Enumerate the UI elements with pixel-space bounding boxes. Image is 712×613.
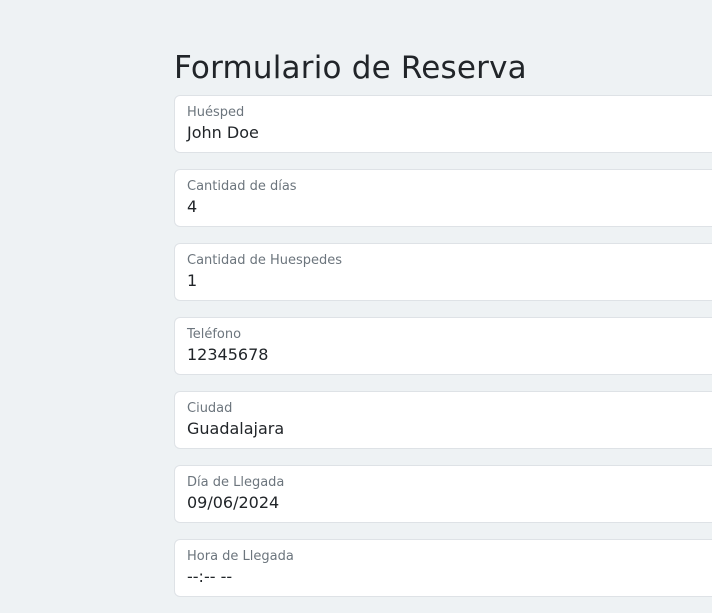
guest-name-label: Huésped bbox=[187, 105, 245, 120]
guest-name-field[interactable]: Huésped John Doe bbox=[174, 95, 712, 153]
arrival-date-value[interactable]: 09/06/2024 bbox=[187, 493, 279, 513]
days-count-label: Cantidad de días bbox=[187, 179, 297, 194]
reservation-form: Huésped John Doe Cantidad de días 4 Cant… bbox=[174, 95, 712, 613]
days-count-field[interactable]: Cantidad de días 4 bbox=[174, 169, 712, 227]
days-count-value[interactable]: 4 bbox=[187, 197, 197, 217]
arrival-date-label: Día de Llegada bbox=[187, 475, 285, 490]
phone-value[interactable]: 12345678 bbox=[187, 345, 268, 365]
guests-count-value[interactable]: 1 bbox=[187, 271, 197, 291]
city-value[interactable]: Guadalajara bbox=[187, 419, 284, 439]
city-label: Ciudad bbox=[187, 401, 233, 416]
guest-name-value[interactable]: John Doe bbox=[187, 123, 259, 143]
page-title: Formulario de Reserva bbox=[174, 50, 527, 86]
phone-label: Teléfono bbox=[187, 327, 242, 342]
phone-field[interactable]: Teléfono 12345678 bbox=[174, 317, 712, 375]
guests-count-field[interactable]: Cantidad de Huespedes 1 bbox=[174, 243, 712, 301]
city-field[interactable]: Ciudad Guadalajara bbox=[174, 391, 712, 449]
arrival-date-field[interactable]: Día de Llegada 09/06/2024 bbox=[174, 465, 712, 523]
arrival-time-value[interactable]: --:-- -- bbox=[187, 567, 232, 587]
arrival-time-label: Hora de Llegada bbox=[187, 549, 294, 564]
guests-count-label: Cantidad de Huespedes bbox=[187, 253, 343, 268]
reservation-page: Formulario de Reserva Huésped John Doe C… bbox=[0, 0, 712, 605]
arrival-time-field[interactable]: Hora de Llegada --:-- -- bbox=[174, 539, 712, 597]
